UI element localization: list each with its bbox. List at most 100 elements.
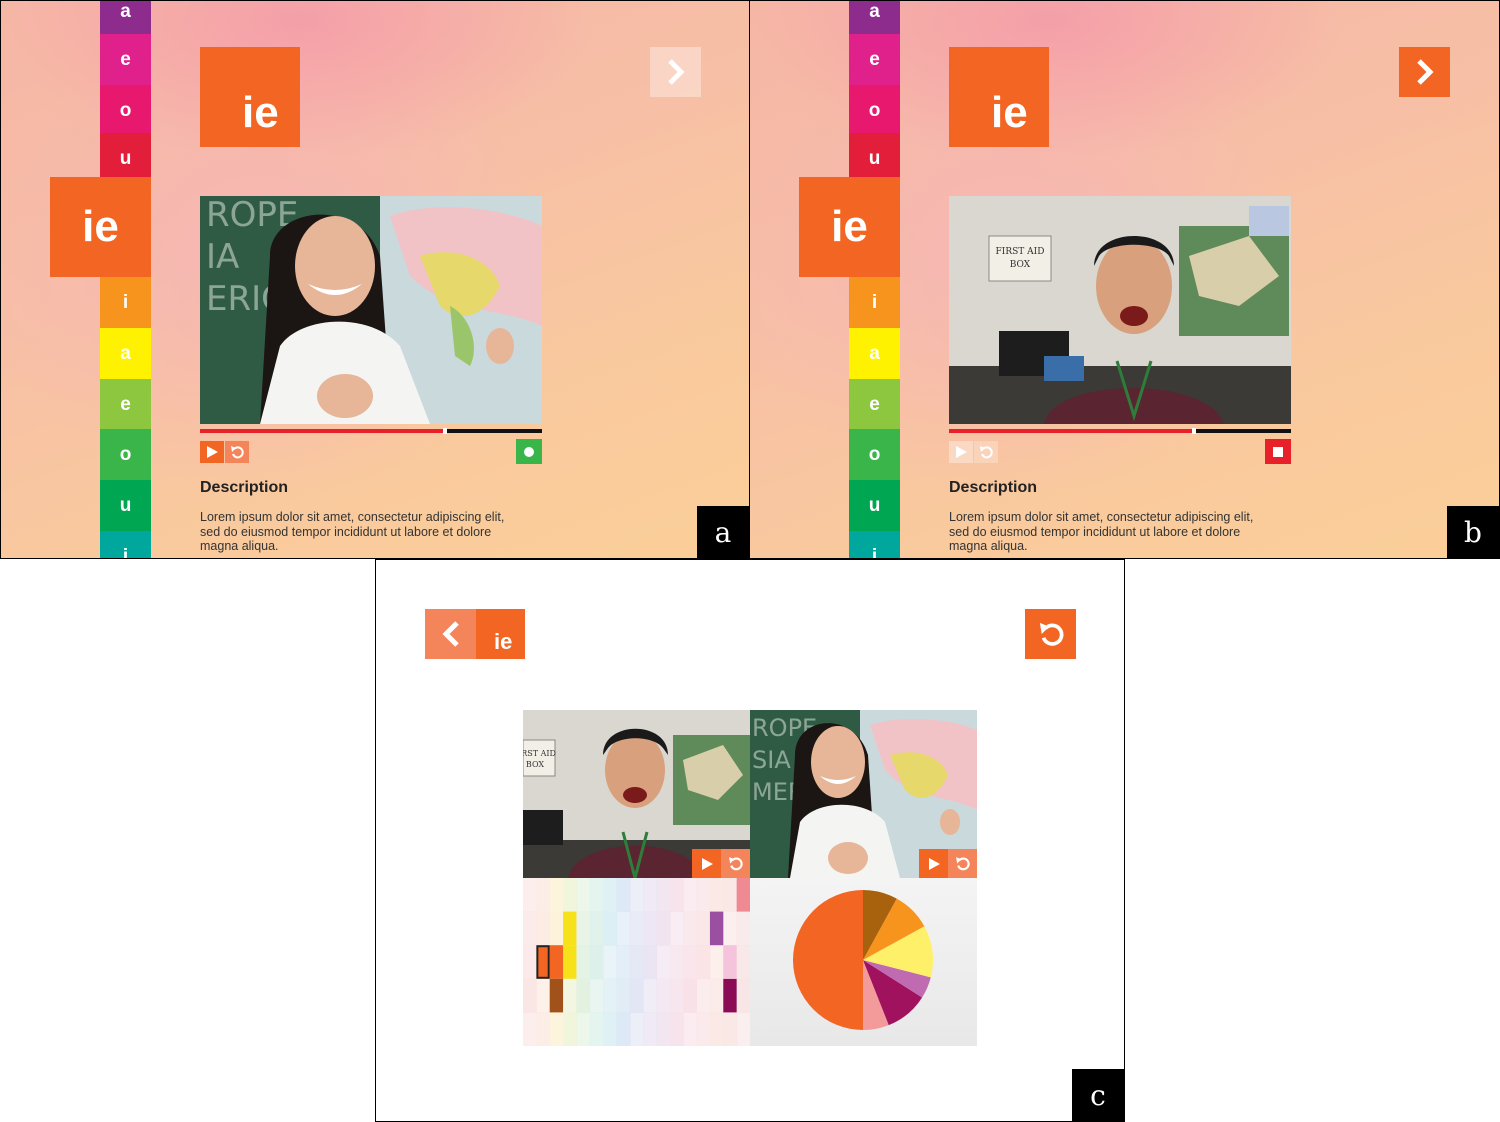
replay-button[interactable] <box>948 849 977 878</box>
heatmap-cell <box>603 945 617 980</box>
heatmap-cell <box>696 945 711 980</box>
heatmap-cell-highlight <box>736 878 750 912</box>
video-progress-bar[interactable] <box>200 428 542 434</box>
vowel-tab[interactable]: i <box>100 277 151 328</box>
chevron-right-icon <box>1416 59 1434 85</box>
play-button[interactable] <box>919 849 948 878</box>
heatmap-cell <box>523 1012 537 1047</box>
heatmap-cell <box>683 978 698 1013</box>
heatmap-cell <box>603 978 617 1013</box>
progress-knob[interactable] <box>1191 428 1196 434</box>
heatmap-cell-highlight <box>563 945 577 979</box>
heatmap-cell <box>616 878 631 913</box>
replay-button[interactable] <box>225 441 249 463</box>
heatmap-cell <box>629 1012 644 1047</box>
heatmap-cell <box>696 878 711 913</box>
replay-button[interactable] <box>721 849 750 878</box>
pronunciation-heatmap <box>523 878 751 1047</box>
heatmap-cell <box>696 911 711 946</box>
stop-icon <box>1273 446 1283 457</box>
heatmap-cell <box>736 978 751 1013</box>
heatmap-cell <box>669 878 684 913</box>
sign-text: IRST AID <box>523 749 556 758</box>
record-button[interactable] <box>516 439 542 464</box>
heatmap-cell <box>589 945 604 980</box>
heatmap-cell <box>589 911 604 946</box>
heatmap-cell <box>723 911 738 946</box>
heatmap-cell <box>629 911 644 946</box>
student-video[interactable]: IRST AID BOX <box>523 710 750 878</box>
heatmap-cell <box>683 878 698 913</box>
vowel-tab[interactable]: e <box>849 379 900 430</box>
vowel-tab[interactable]: i <box>849 531 900 558</box>
heatmap-cell <box>576 878 591 913</box>
next-button[interactable] <box>650 47 701 97</box>
svg-text:SIA: SIA <box>752 746 791 774</box>
play-icon <box>207 446 218 458</box>
vowel-tab[interactable]: o <box>849 429 900 480</box>
vowel-tab-active[interactable]: ie <box>50 177 151 277</box>
heatmap-cell-highlight <box>723 978 737 1013</box>
student-video-frame: FIRST AID BOX <box>949 196 1291 424</box>
reference-video[interactable]: ROPE IA ERIC <box>200 196 542 424</box>
vowel-tab[interactable]: i <box>100 531 151 558</box>
vowel-tab[interactable]: e <box>100 34 151 85</box>
replay-icon <box>980 446 993 459</box>
phoneme-title-tile: ie <box>949 47 1049 147</box>
play-button[interactable] <box>949 441 973 463</box>
vowel-tab[interactable]: a <box>100 328 151 379</box>
reset-button[interactable] <box>1025 609 1076 659</box>
heatmap-cell <box>643 945 658 980</box>
heatmap-cell <box>669 1012 684 1047</box>
vowel-tab[interactable]: a <box>100 1 151 37</box>
progress-knob[interactable] <box>442 428 447 434</box>
heatmap-cell <box>656 911 671 946</box>
heatmap-cell <box>736 911 751 946</box>
heatmap-cell <box>696 978 711 1013</box>
heatmap-cell <box>549 1012 564 1047</box>
heatmap-cell <box>709 878 724 913</box>
play-button[interactable] <box>692 849 721 878</box>
heatmap-cell <box>616 978 631 1013</box>
play-button[interactable] <box>200 441 224 463</box>
vowel-tab[interactable]: o <box>100 429 151 480</box>
vowel-tab[interactable]: i <box>849 277 900 328</box>
description-text: Lorem ipsum dolor sit amet, consectetur … <box>200 510 505 553</box>
heatmap-cell <box>669 978 684 1013</box>
play-icon <box>928 857 940 870</box>
vowel-tab[interactable]: a <box>849 1 900 37</box>
heatmap-cell <box>656 1012 671 1047</box>
phoneme-title: ie <box>991 88 1028 137</box>
replay-icon <box>231 446 244 459</box>
vowel-tab[interactable]: a <box>849 328 900 379</box>
phoneme-title-tile: ie <box>200 47 300 147</box>
svg-text:IA: IA <box>206 237 239 277</box>
panel-c: ie IRST AID BOX <box>375 559 1125 1122</box>
heatmap-cell <box>536 878 551 913</box>
heatmap-cell <box>549 911 564 946</box>
panel-b: a e o u i a e o u i ie ie FIRST AID BOX <box>750 0 1500 559</box>
recording-video[interactable]: FIRST AID BOX <box>949 196 1291 424</box>
heatmap-cell <box>523 878 537 913</box>
vowel-tab-active[interactable]: ie <box>799 177 900 277</box>
vowel-tab[interactable]: u <box>100 480 151 531</box>
heatmap-cell <box>536 1012 551 1047</box>
phoneme-title: ie <box>242 88 279 137</box>
vowel-tab[interactable]: e <box>100 379 151 430</box>
heatmap-cell <box>589 878 604 913</box>
back-button[interactable] <box>425 609 476 659</box>
vowel-tab[interactable]: o <box>100 85 151 136</box>
next-button[interactable] <box>1399 47 1450 97</box>
teacher-video[interactable]: ROPE SIA MERIC <box>750 710 977 878</box>
heatmap-cell-highlight <box>709 911 724 946</box>
panel-label: c <box>1072 1069 1124 1121</box>
vowel-tab[interactable]: e <box>849 34 900 85</box>
video-progress-bar[interactable] <box>949 428 1291 434</box>
heatmap-cell <box>603 911 617 946</box>
replay-button[interactable] <box>974 441 998 463</box>
stop-button[interactable] <box>1265 439 1291 464</box>
heatmap-cell <box>549 878 564 913</box>
heatmap-cell <box>629 878 644 913</box>
vowel-tab[interactable]: o <box>849 85 900 136</box>
vowel-tab[interactable]: u <box>849 480 900 531</box>
